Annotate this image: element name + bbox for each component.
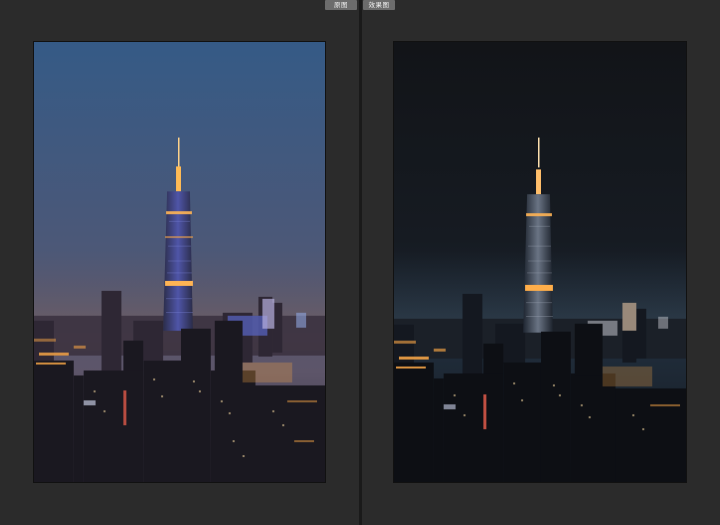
before-label: 原图 [325, 0, 357, 10]
original-photo-canvas [34, 42, 325, 482]
compare-view: 原图 效果图 [0, 0, 720, 525]
original-photo [33, 41, 326, 483]
after-label: 效果图 [363, 0, 395, 10]
edited-photo [393, 41, 687, 483]
edited-photo-canvas [394, 42, 686, 482]
